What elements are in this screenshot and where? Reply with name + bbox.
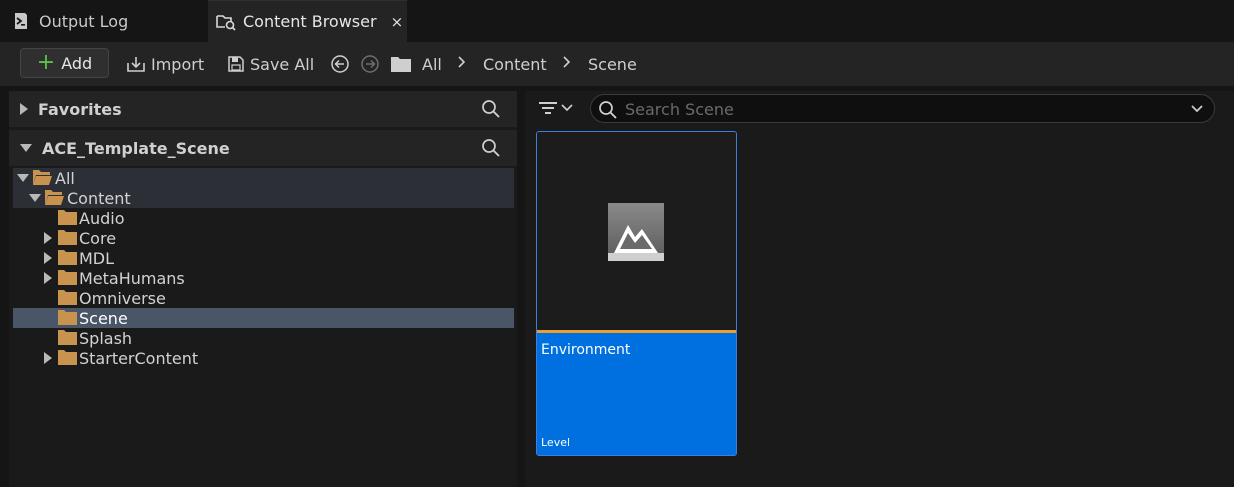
tree-item-label: StarterContent xyxy=(79,348,199,368)
folder-icon xyxy=(391,57,411,72)
search-icon[interactable] xyxy=(481,99,501,123)
tree-item-label: Audio xyxy=(79,208,125,228)
tree-item-label: Scene xyxy=(79,308,128,328)
tab-content-browser[interactable]: Content Browser × xyxy=(208,0,407,42)
arrow-right-circle-icon xyxy=(361,55,379,73)
asset-name: Environment xyxy=(541,342,631,358)
chevron-right-icon xyxy=(457,54,467,74)
collapse-arrow-icon xyxy=(17,174,29,182)
level-icon xyxy=(608,203,664,261)
expand-arrow-icon xyxy=(44,252,52,264)
close-tab-button[interactable]: × xyxy=(391,13,404,31)
tab-output-log[interactable]: Output Log xyxy=(0,0,205,42)
arrow-left-circle-icon xyxy=(331,55,349,73)
folder-icon xyxy=(58,230,77,245)
folder-icon xyxy=(58,250,77,265)
save-all-button[interactable]: Save All xyxy=(227,52,314,76)
import-label: Import xyxy=(151,54,205,74)
history-forward-button[interactable] xyxy=(360,52,385,76)
expand-arrow-icon xyxy=(44,272,52,284)
tree-item-label: Splash xyxy=(79,328,133,348)
expand-arrow-icon xyxy=(44,352,52,364)
filter-button[interactable] xyxy=(538,97,574,119)
folder-icon xyxy=(58,330,77,345)
expand-arrow-icon xyxy=(44,232,52,244)
tree-item-content[interactable]: Content xyxy=(13,188,514,208)
tree-item-startercontent[interactable]: StarterContent xyxy=(13,348,514,368)
folder-icon xyxy=(58,350,77,365)
sources-panel: Favorites ACE_Template_Scene All Content xyxy=(9,91,517,487)
save-all-label: Save All xyxy=(250,54,315,74)
folder-open-icon xyxy=(33,170,52,185)
tree-item-label: All xyxy=(55,168,75,188)
chevron-down-icon xyxy=(561,104,573,112)
add-button-label: Add xyxy=(61,53,93,73)
history-back-button[interactable] xyxy=(330,52,355,76)
search-icon xyxy=(599,101,617,119)
search-icon[interactable] xyxy=(481,138,501,162)
folder-icon xyxy=(58,290,77,305)
tab-bar: Output Log Content Browser × xyxy=(0,0,1234,42)
favorites-header[interactable]: Favorites xyxy=(9,91,517,127)
breadcrumb-all[interactable]: All xyxy=(422,52,442,76)
expand-arrow-icon xyxy=(20,103,28,115)
asset-type: Level xyxy=(541,436,571,449)
tree-item-label: Core xyxy=(79,228,117,248)
plus-icon: + xyxy=(36,50,56,75)
tree-item-splash[interactable]: Splash xyxy=(13,328,514,348)
output-log-icon xyxy=(12,12,30,30)
tree-item-label: Content xyxy=(67,188,131,208)
tree-item-audio[interactable]: Audio xyxy=(13,208,514,228)
folder-icon xyxy=(58,210,77,225)
tree-item-core[interactable]: Core xyxy=(13,228,514,248)
tree-item-label: MetaHumans xyxy=(79,268,185,288)
tree-item-scene[interactable]: Scene xyxy=(13,308,514,328)
asset-thumbnail xyxy=(537,132,736,331)
save-icon xyxy=(228,56,244,72)
tree-item-label: Omniverse xyxy=(79,288,166,308)
tree-item-metahumans[interactable]: MetaHumans xyxy=(13,268,514,288)
folder-open-icon xyxy=(45,190,64,205)
import-button[interactable]: Import xyxy=(126,52,204,76)
collapse-arrow-icon xyxy=(29,194,41,202)
tab-output-log-label: Output Log xyxy=(39,11,129,31)
folder-root-button[interactable] xyxy=(390,52,417,76)
favorites-label: Favorites xyxy=(38,99,122,119)
search-input[interactable] xyxy=(625,98,1185,120)
tree-item-mdl[interactable]: MDL xyxy=(13,248,514,268)
toolbar: + Add Import Save All All Content Scene xyxy=(0,42,1234,86)
collapse-arrow-icon xyxy=(20,144,32,152)
project-header[interactable]: ACE_Template_Scene xyxy=(9,130,517,166)
folder-icon xyxy=(58,270,77,285)
content-browser-icon xyxy=(216,13,236,31)
import-icon xyxy=(127,57,145,72)
tab-content-browser-label: Content Browser xyxy=(243,12,377,31)
chevron-right-icon xyxy=(562,54,572,74)
breadcrumb-scene[interactable]: Scene xyxy=(588,52,637,76)
folder-icon xyxy=(58,310,77,325)
project-label: ACE_Template_Scene xyxy=(42,138,230,158)
panel-splitter[interactable] xyxy=(517,91,525,487)
search-box[interactable] xyxy=(590,94,1215,123)
add-button[interactable]: + Add xyxy=(20,48,109,78)
tree-item-omniverse[interactable]: Omniverse xyxy=(13,288,514,308)
asset-info: Environment Level xyxy=(537,333,736,455)
asset-tile-environment[interactable]: Environment Level xyxy=(536,131,737,456)
tree-item-all[interactable]: All xyxy=(13,168,514,188)
chevron-down-icon[interactable] xyxy=(1190,103,1204,115)
breadcrumb-content[interactable]: Content xyxy=(483,52,547,76)
filter-icon xyxy=(539,102,557,114)
tree-item-label: MDL xyxy=(79,248,115,268)
